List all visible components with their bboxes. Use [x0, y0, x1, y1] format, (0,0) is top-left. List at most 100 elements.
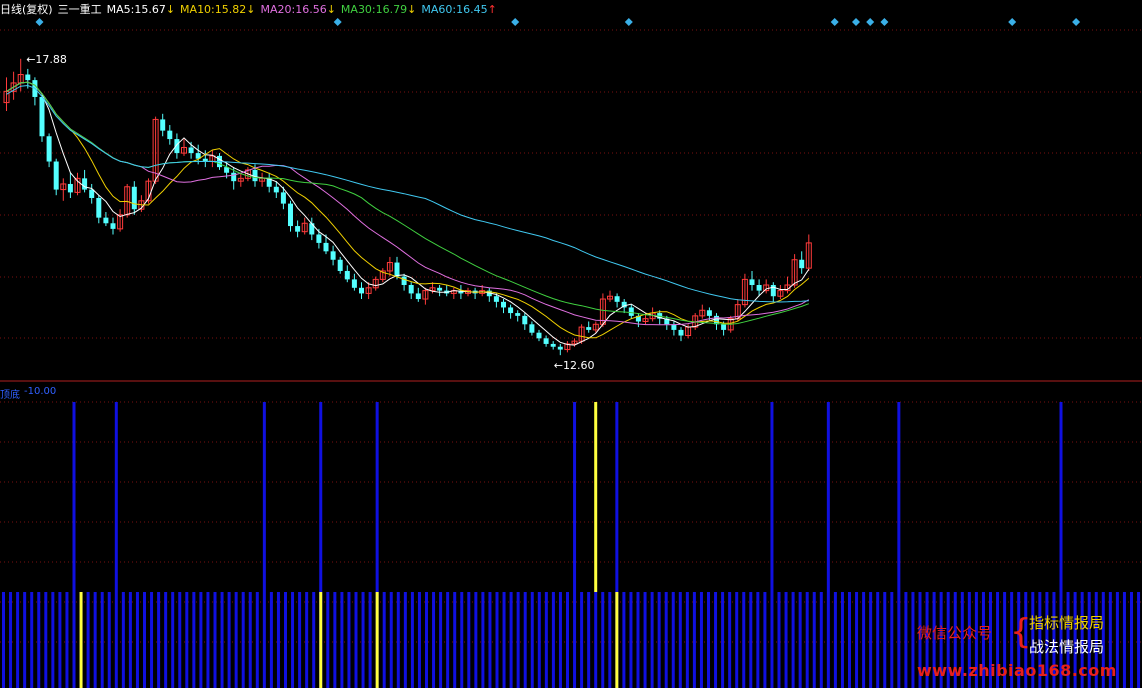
candle-body-down	[721, 324, 727, 330]
candle-body-down	[671, 324, 677, 330]
indicator-bar	[164, 592, 168, 688]
candle-body-down	[501, 301, 506, 308]
candle-body-down	[493, 296, 499, 302]
indicator-bar	[678, 592, 682, 688]
candle-body-down	[67, 183, 73, 193]
candle-body-down	[309, 223, 315, 235]
indicator-bar	[558, 592, 562, 688]
indicator-bar	[608, 592, 612, 688]
indicator-bar	[192, 592, 196, 688]
indicator-bar	[248, 592, 252, 688]
indicator-bar	[735, 592, 739, 688]
indicator-bar	[382, 592, 386, 688]
signal-marker	[866, 18, 875, 26]
indicator-bar	[848, 592, 851, 688]
indicator-value: -10.00	[24, 386, 57, 397]
indicator-bar	[551, 592, 555, 688]
indicator-bar	[869, 592, 873, 688]
indicator-bar	[622, 592, 626, 688]
signal-marker	[333, 18, 342, 26]
indicator-bar	[23, 592, 27, 688]
candle-body-down	[770, 285, 776, 297]
indicator-bar-full	[114, 402, 118, 592]
candle-body-down	[323, 242, 329, 252]
indicator-bar	[544, 592, 548, 688]
candle-body-down	[706, 310, 712, 316]
candle-body-down	[756, 285, 762, 291]
indicator-bar	[721, 592, 725, 688]
indicator-bar	[516, 592, 520, 688]
indicator-bar-yellow	[375, 592, 379, 688]
indicator-bar	[495, 592, 499, 688]
indicator-bar	[9, 592, 13, 688]
indicator-bar	[707, 592, 710, 688]
indicator-bar	[530, 592, 534, 688]
indicator-bar-full	[262, 402, 266, 592]
watermark: 微信公众号 { 指标情报局 战法情报局 www.zhibiao168.com	[917, 612, 1132, 684]
indicator-bar	[897, 592, 901, 688]
indicator-bar	[460, 592, 464, 688]
candle-body-down	[749, 279, 755, 285]
indicator-bar	[643, 592, 647, 688]
candle-body-down	[167, 130, 173, 140]
indicator-bar-full	[1059, 402, 1063, 592]
signal-marker	[35, 18, 44, 26]
indicator-bar	[573, 592, 577, 688]
indicator-bar	[227, 592, 231, 688]
candle-body-down	[344, 270, 350, 280]
candle-body-down	[82, 178, 88, 190]
indicator-bar	[312, 592, 316, 688]
indicator-bar	[699, 592, 703, 688]
indicator-bar	[692, 592, 696, 688]
indicator-bar	[128, 592, 132, 688]
candle-body-down	[174, 139, 180, 154]
candle-body-down	[160, 119, 166, 131]
indicator-bar	[890, 592, 894, 688]
indicator-bar	[446, 592, 450, 688]
indicator-bar	[30, 592, 34, 688]
indicator-bar	[826, 592, 830, 688]
indicator-bar-full	[319, 402, 323, 592]
indicator-bar	[284, 592, 287, 688]
indicator-bar	[523, 592, 527, 688]
candle-body-down	[401, 276, 407, 285]
indicator-bar-yellow	[79, 592, 83, 688]
candle-body-down	[515, 313, 521, 316]
kline-chart[interactable]: ←17.88 ←12.60	[0, 0, 1142, 688]
indicator-bar	[876, 592, 880, 688]
indicator-bar	[255, 592, 259, 688]
indicator-bar	[650, 592, 654, 688]
candle-body-down	[330, 251, 336, 260]
indicator-bar	[587, 592, 591, 688]
signal-marker	[1072, 18, 1081, 26]
indicator-bar	[594, 592, 598, 688]
indicator-bar	[150, 592, 154, 688]
candle-body-down	[359, 287, 364, 294]
candle-body-down	[53, 161, 59, 190]
indicator-bar	[855, 592, 859, 688]
wechat-label: 微信公众号	[917, 624, 993, 642]
indicator-bar	[72, 592, 76, 688]
watermark-url: www.zhibiao168.com	[917, 661, 1117, 680]
candle-body-down	[628, 307, 634, 316]
indicator-bar	[819, 592, 823, 688]
indicator-bar	[742, 592, 746, 688]
indicator-bar	[396, 592, 400, 688]
indicator-bar	[241, 592, 245, 688]
indicator-bar	[213, 592, 217, 688]
indicator-bar-full	[375, 402, 379, 592]
indicator-bar	[481, 592, 485, 688]
indicator-bar	[326, 592, 330, 688]
candle-body-down	[614, 296, 620, 302]
candle-body-down	[96, 198, 102, 218]
indicator-bar	[467, 592, 471, 688]
indicator-bar	[178, 592, 182, 688]
indicator-bar	[798, 592, 802, 688]
indicator-bar	[368, 592, 372, 688]
grid-lines	[0, 29, 1142, 643]
indicator-bar	[361, 592, 365, 688]
indicator-bar	[833, 592, 837, 688]
indicator-bar	[784, 592, 788, 688]
candle-body-down	[110, 223, 116, 229]
indicator-bar	[121, 592, 125, 688]
